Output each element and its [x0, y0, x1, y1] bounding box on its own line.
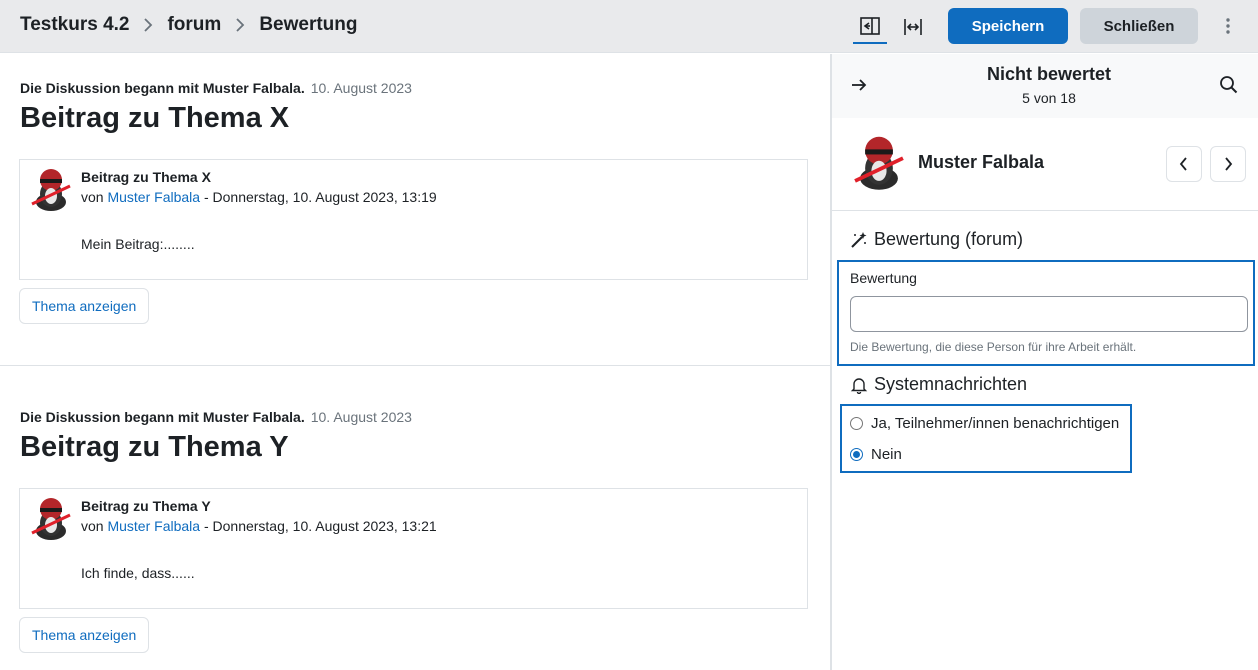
save-button[interactable]: Speichern	[948, 8, 1068, 44]
breadcrumb-forum[interactable]: forum	[167, 14, 221, 36]
avatar	[854, 136, 904, 190]
close-button[interactable]: Schließen	[1080, 8, 1198, 44]
chevron-right-icon	[236, 18, 245, 32]
post-by-prefix: von	[81, 518, 104, 534]
notify-yes-label: Ja, Teilnehmer/innen benachrichtigen	[871, 415, 1120, 432]
post-by-prefix: von	[81, 189, 104, 205]
grading-section-heading: Bewertung (forum)	[850, 229, 1023, 250]
grade-input[interactable]	[850, 296, 1248, 332]
notify-section-heading: Systemnachrichten	[850, 374, 1027, 395]
discussion-title: Beitrag zu Thema Y	[20, 431, 289, 463]
post-card: Beitrag zu Thema Y von Muster Falbala - …	[19, 488, 808, 609]
post-author-link[interactable]: Muster Falbala	[107, 189, 200, 205]
notify-no-label: Nein	[871, 446, 902, 463]
discussion-started-by: Die Diskussion begann mit Muster Falbala…	[20, 80, 305, 96]
post-byline: von Muster Falbala - Donnerstag, 10. Aug…	[81, 518, 437, 534]
graded-user-name: Muster Falbala	[918, 152, 1045, 172]
post-card: Beitrag zu Thema X von Muster Falbala - …	[19, 159, 808, 280]
discussion-date: 10. August 2023	[310, 409, 412, 425]
grading-position: 5 von 18	[1022, 90, 1076, 106]
avatar	[31, 169, 71, 211]
radio-button-no[interactable]	[850, 448, 863, 461]
notify-options: Ja, Teilnehmer/innen benachrichtigen Nei…	[840, 404, 1132, 473]
chevron-right-icon	[1225, 157, 1233, 171]
expand-horizontal-icon	[904, 19, 922, 35]
chevron-right-icon	[144, 18, 153, 32]
discussion-meta: Die Diskussion begann mit Muster Falbala…	[20, 409, 412, 425]
view-thread-button[interactable]: Thema anzeigen	[19, 617, 150, 653]
search-icon[interactable]	[1218, 74, 1240, 96]
discussion-title: Beitrag zu Thema X	[20, 102, 290, 134]
post-body: Ich finde, dass......	[81, 565, 195, 581]
post-body: Mein Beitrag:........	[81, 236, 195, 252]
discussion-date: 10. August 2023	[310, 80, 412, 96]
discussion-started-by: Die Diskussion begann mit Muster Falbala…	[20, 409, 305, 425]
previous-user-button[interactable]	[1166, 146, 1202, 182]
grading-status: Nicht bewertet	[986, 64, 1112, 84]
next-user-button[interactable]	[1210, 146, 1246, 182]
magic-wand-icon	[850, 231, 868, 249]
discussion-list: Die Diskussion begann mit Muster Falbala…	[0, 54, 830, 670]
avatar	[31, 498, 71, 540]
bell-icon	[850, 376, 868, 394]
more-menu-button[interactable]	[1218, 12, 1238, 40]
discussion-meta: Die Diskussion begann mit Muster Falbala…	[20, 80, 412, 96]
more-vertical-icon	[1226, 18, 1230, 34]
post-subject: Beitrag zu Thema Y	[81, 498, 211, 514]
grade-help-text: Die Bewertung, die diese Person für ihre…	[850, 340, 1137, 354]
breadcrumb-course[interactable]: Testkurs 4.2	[20, 14, 129, 36]
collapse-panel-button[interactable]	[853, 10, 887, 44]
breadcrumb-current: Bewertung	[259, 14, 358, 35]
notify-yes-option[interactable]: Ja, Teilnehmer/innen benachrichtigen	[850, 415, 1119, 432]
expand-horizontal-button[interactable]	[896, 10, 930, 44]
grade-field-group: Bewertung Die Bewertung, die diese Perso…	[837, 260, 1255, 366]
grading-panel: Nicht bewertet 5 von 18 Muster Falbala B…	[830, 54, 1258, 670]
divider	[0, 365, 830, 366]
post-subject: Beitrag zu Thema X	[81, 169, 211, 185]
divider	[832, 210, 1258, 211]
top-bar: Testkurs 4.2 forum Bewertung Speichern S…	[0, 0, 1258, 53]
view-thread-button[interactable]: Thema anzeigen	[19, 288, 150, 324]
post-datetime: - Donnerstag, 10. August 2023, 13:21	[203, 518, 437, 534]
post-byline: von Muster Falbala - Donnerstag, 10. Aug…	[81, 189, 437, 205]
notify-no-option[interactable]: Nein	[850, 446, 902, 463]
grade-label: Bewertung	[850, 270, 917, 286]
radio-button-yes[interactable]	[850, 417, 863, 430]
grading-panel-header: Nicht bewertet 5 von 18	[832, 54, 1258, 118]
post-author-link[interactable]: Muster Falbala	[107, 518, 200, 534]
breadcrumb: Testkurs 4.2 forum Bewertung	[20, 14, 358, 36]
chevron-left-icon	[1179, 157, 1187, 171]
notify-section-title: Systemnachrichten	[874, 374, 1028, 394]
collapse-panel-icon	[860, 17, 880, 35]
grading-section-title: Bewertung (forum)	[874, 229, 1024, 249]
post-datetime: - Donnerstag, 10. August 2023, 13:19	[203, 189, 437, 205]
